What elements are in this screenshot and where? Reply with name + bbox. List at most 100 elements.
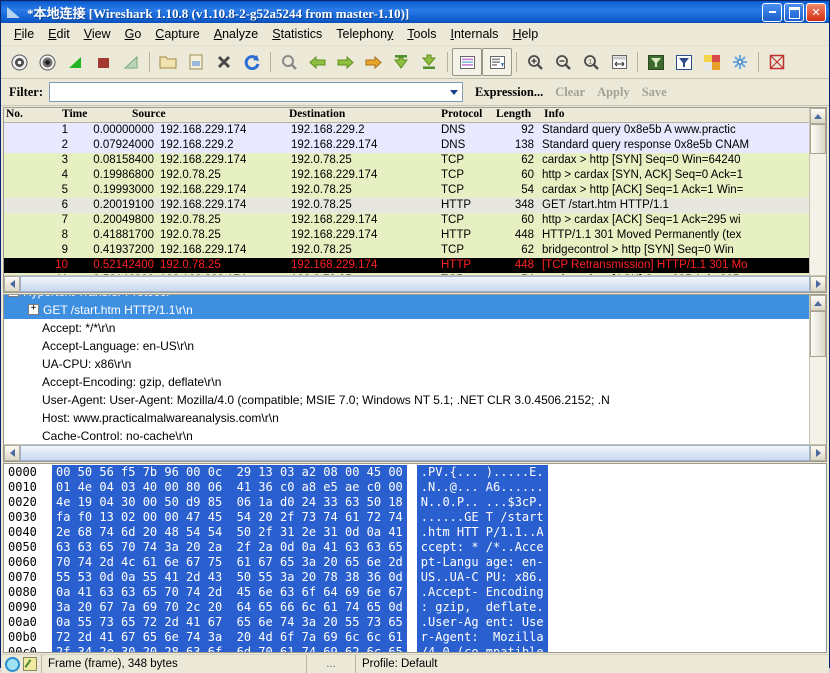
coloring-rules-icon[interactable] xyxy=(698,49,726,75)
minimize-button[interactable] xyxy=(762,3,782,22)
scroll-right-button[interactable] xyxy=(810,276,826,292)
go-first-packet-icon[interactable] xyxy=(387,49,415,75)
column-header-info[interactable]: Info xyxy=(544,108,564,120)
menu-analyze[interactable]: Analyze xyxy=(207,25,265,43)
table-row[interactable]: 10 0.52142400 192.0.78.25 192.168.229.174 HT… xyxy=(4,258,810,273)
scroll-right-button[interactable] xyxy=(810,445,826,461)
status-profile[interactable]: Profile: Default xyxy=(355,655,829,673)
hscroll-thumb[interactable] xyxy=(20,276,810,292)
detail-tree-item[interactable]: Accept: */*\r\n xyxy=(4,319,810,337)
table-row[interactable]: 9 0.41937200 192.168.229.174 192.0.78.25 TCP… xyxy=(4,243,810,258)
capture-options-icon[interactable] xyxy=(33,49,61,75)
packet-detail-vscrollbar[interactable] xyxy=(809,295,826,461)
menu-capture[interactable]: Capture xyxy=(148,25,206,43)
hex-ascii-column[interactable]: .PV.{... ).....E. .N..@... A6...... N..0.P… xyxy=(416,465,548,652)
vscroll-track[interactable] xyxy=(810,311,826,445)
zoom-in-icon[interactable] xyxy=(521,49,549,75)
column-header-time[interactable]: Time xyxy=(62,108,87,120)
detail-tree-item[interactable]: - Hypertext Transfer Protocol xyxy=(4,295,810,301)
scroll-left-button[interactable] xyxy=(4,445,20,461)
stop-capture-icon[interactable] xyxy=(89,49,117,75)
capture-filters-icon[interactable] xyxy=(642,49,670,75)
resize-columns-icon[interactable] xyxy=(605,49,633,75)
save-button[interactable]: Save xyxy=(642,85,667,100)
packet-list-header[interactable]: No. Time Source Destination Protocol Len… xyxy=(4,108,826,123)
capture-comment-icon[interactable] xyxy=(23,657,37,671)
hex-bytes-column[interactable]: 00 50 56 f5 7b 96 00 0c 29 13 03 a2 08 0… xyxy=(52,465,407,652)
go-last-packet-icon[interactable] xyxy=(415,49,443,75)
menu-view[interactable]: View xyxy=(77,25,118,43)
table-row[interactable]: 7 0.20049800 192.0.78.25 192.168.229.174 TCP… xyxy=(4,213,810,228)
menu-go[interactable]: Go xyxy=(118,25,149,43)
hex-dump[interactable]: 0000 0010 0020 0030 0040 0050 0060 0070 0080 0090… xyxy=(4,464,826,652)
zoom-normal-icon[interactable]: 1 xyxy=(577,49,605,75)
hscroll-thumb[interactable] xyxy=(20,445,810,461)
detail-tree-item[interactable]: Cache-Control: no-cache\r\n xyxy=(4,427,810,445)
packet-list-vscrollbar[interactable] xyxy=(809,108,826,292)
detail-tree-item[interactable]: User-Agent: User-Agent: Mozilla/4.0 (com… xyxy=(4,391,810,409)
menu-telephony[interactable]: Telephony xyxy=(329,25,400,43)
help-icon[interactable] xyxy=(763,49,791,75)
column-header-no[interactable]: No. xyxy=(6,108,23,120)
auto-scroll-icon[interactable] xyxy=(452,48,482,76)
find-packet-icon[interactable] xyxy=(275,49,303,75)
menu-internals[interactable]: Internals xyxy=(443,25,505,43)
vscroll-thumb[interactable] xyxy=(810,124,826,154)
open-file-icon[interactable] xyxy=(154,49,182,75)
expand-twisty-icon[interactable]: + xyxy=(28,304,39,316)
display-filters-icon[interactable] xyxy=(670,49,698,75)
table-row[interactable]: 3 0.08158400 192.168.229.174 192.0.78.25 TCP… xyxy=(4,153,810,168)
list-interfaces-icon[interactable] xyxy=(5,49,33,75)
start-capture-icon[interactable] xyxy=(61,49,89,75)
packet-detail-hscrollbar[interactable] xyxy=(4,444,826,461)
column-header-source[interactable]: Source xyxy=(132,108,166,120)
colorize-icon[interactable] xyxy=(482,48,512,76)
packet-list-hscrollbar[interactable] xyxy=(4,275,826,292)
expression-button[interactable]: Expression... xyxy=(475,85,543,100)
save-file-icon[interactable] xyxy=(182,49,210,75)
table-row[interactable]: 8 0.41881700 192.0.78.25 192.168.229.174 HTT… xyxy=(4,228,810,243)
table-row[interactable]: 5 0.19993000 192.168.229.174 192.0.78.25 TCP… xyxy=(4,183,810,198)
clear-button[interactable]: Clear xyxy=(555,85,585,100)
column-header-length[interactable]: Length xyxy=(496,108,531,120)
detail-tree-item[interactable]: + GET /start.htm HTTP/1.1\r\n xyxy=(4,301,810,319)
scroll-up-button[interactable] xyxy=(810,108,826,124)
detail-tree-item[interactable]: Accept-Encoding: gzip, deflate\r\n xyxy=(4,373,810,391)
detail-tree-item[interactable]: UA-CPU: x86\r\n xyxy=(4,355,810,373)
menu-help[interactable]: Help xyxy=(505,25,545,43)
go-forward-icon[interactable] xyxy=(331,49,359,75)
detail-tree-item[interactable]: Host: www.practicalmalwareanalysis.com\r… xyxy=(4,409,810,427)
table-row[interactable]: 1 0.00000000 192.168.229.174 192.168.229.2 D… xyxy=(4,123,810,138)
reload-file-icon[interactable] xyxy=(238,49,266,75)
filter-combo[interactable] xyxy=(49,82,464,102)
restart-capture-icon[interactable] xyxy=(117,49,145,75)
detail-tree-item[interactable]: Accept-Language: en-US\r\n xyxy=(4,337,810,355)
menu-tools[interactable]: Tools xyxy=(400,25,443,43)
menu-file[interactable]: File xyxy=(7,25,41,43)
hscroll-track[interactable] xyxy=(20,445,810,461)
column-header-destination[interactable]: Destination xyxy=(289,108,345,120)
go-to-packet-icon[interactable] xyxy=(359,49,387,75)
apply-button[interactable]: Apply xyxy=(597,85,630,100)
vscroll-track[interactable] xyxy=(810,124,826,276)
table-row[interactable]: 2 0.07924000 192.168.229.2 192.168.229.174 D… xyxy=(4,138,810,153)
vscroll-thumb[interactable] xyxy=(810,311,826,357)
close-file-icon[interactable] xyxy=(210,49,238,75)
close-button[interactable]: ✕ xyxy=(806,3,826,22)
menu-statistics[interactable]: Statistics xyxy=(265,25,329,43)
table-row[interactable]: 4 0.19986800 192.0.78.25 192.168.229.174 TCP… xyxy=(4,168,810,183)
scroll-left-button[interactable] xyxy=(4,276,20,292)
go-back-icon[interactable] xyxy=(303,49,331,75)
filter-input[interactable] xyxy=(50,84,447,100)
maximize-button[interactable] xyxy=(784,3,804,22)
expert-info-icon[interactable] xyxy=(5,656,20,672)
zoom-out-icon[interactable] xyxy=(549,49,577,75)
hscroll-track[interactable] xyxy=(20,276,810,292)
preferences-icon[interactable] xyxy=(726,49,754,75)
scroll-up-button[interactable] xyxy=(810,295,826,311)
column-header-protocol[interactable]: Protocol xyxy=(441,108,482,120)
collapse-twisty-icon[interactable]: - xyxy=(8,295,19,298)
menu-edit[interactable]: Edit xyxy=(41,25,77,43)
chevron-down-icon[interactable] xyxy=(446,84,462,100)
table-row[interactable]: 6 0.20019100 192.168.229.174 192.0.78.25 HTT… xyxy=(4,198,810,213)
